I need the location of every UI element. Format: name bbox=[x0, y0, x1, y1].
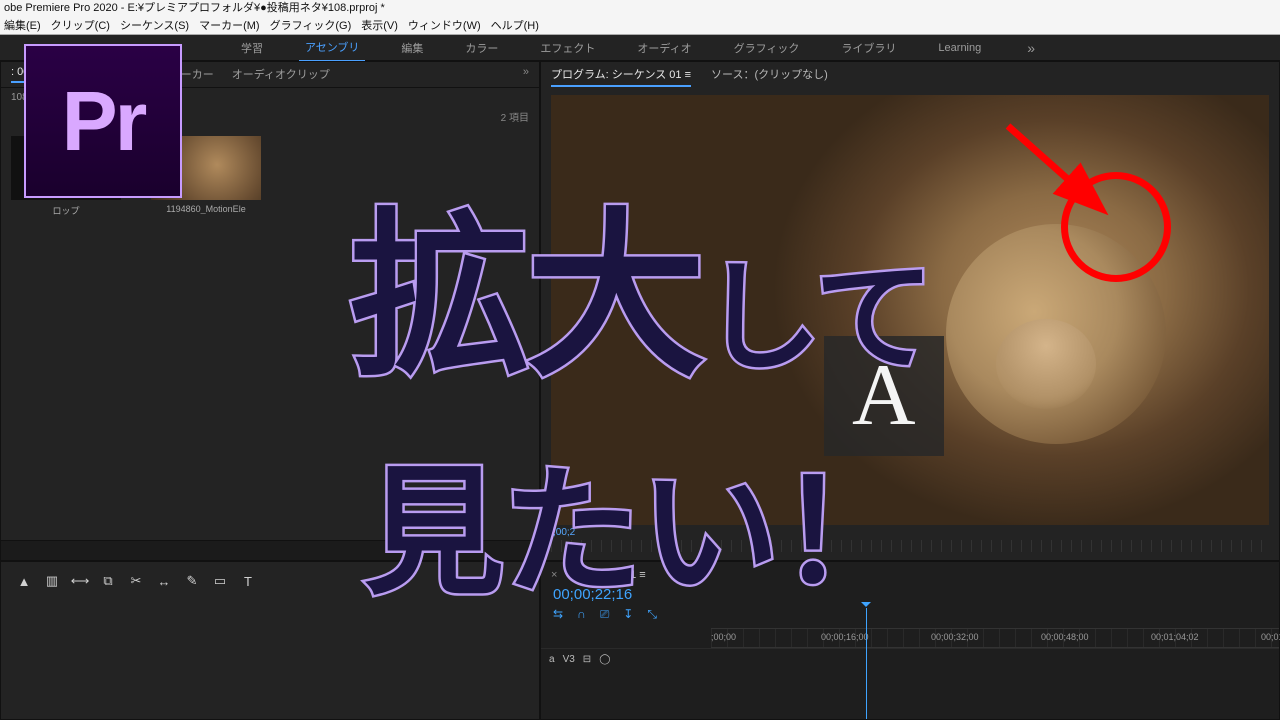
tools-panel: ▲ ▥ ⟷ ⧉ ✂ ↔ ✎ ▭ T bbox=[0, 561, 540, 720]
ruler-tick: 00;00;48;00 bbox=[1041, 632, 1089, 642]
project-footer bbox=[1, 540, 539, 560]
annotation-arrow-icon bbox=[1003, 121, 1123, 231]
hand-tool-icon[interactable]: ↔ bbox=[155, 572, 173, 590]
text-overlay-a: A bbox=[824, 336, 944, 456]
ruler-tick: 00;01;20;02 bbox=[1261, 632, 1280, 642]
type-tool-icon[interactable]: T bbox=[239, 572, 257, 590]
ws-assembly[interactable]: アセンブリ bbox=[299, 34, 365, 62]
transport-controls: { } ← ◀| ◀ ▶ |▶ → ✂ 📷 ⎘ bbox=[541, 552, 1279, 561]
project-tab-audioclip[interactable]: オーディオクリップ bbox=[232, 66, 330, 83]
ws-library[interactable]: ライブラリ bbox=[835, 35, 902, 61]
ruler-tick: ;00;00 bbox=[711, 632, 736, 642]
program-timecode: ;00;2 bbox=[553, 527, 575, 538]
track-output-icon[interactable]: ⊟ bbox=[583, 654, 591, 665]
ruler-tick: 00;00;16;00 bbox=[821, 632, 869, 642]
menu-item[interactable]: 表示(V) bbox=[361, 17, 398, 34]
timeline-ruler[interactable]: ;00;00 00;00;16;00 00;00;32;00 00;00;48;… bbox=[711, 628, 1279, 648]
project-tab-overflow-icon[interactable]: » bbox=[523, 66, 529, 83]
menu-item[interactable]: ヘルプ(H) bbox=[491, 17, 539, 34]
ws-graphics[interactable]: グラフィック bbox=[728, 35, 806, 61]
track-select-tool-icon[interactable]: ▥ bbox=[43, 572, 61, 590]
workspace-tabs: 学習 アセンブリ 編集 カラー エフェクト オーディオ グラフィック ライブラリ… bbox=[0, 35, 1280, 61]
ws-learning[interactable]: 学習 bbox=[235, 35, 269, 61]
ws-color[interactable]: カラー bbox=[459, 35, 504, 61]
linked-selection-icon[interactable]: ∩ bbox=[577, 607, 586, 622]
rectangle-tool-icon[interactable]: ▭ bbox=[211, 572, 229, 590]
ws-audio[interactable]: オーディオ bbox=[631, 35, 697, 61]
menu-item[interactable]: マーカー(M) bbox=[199, 17, 260, 34]
ripple-tool-icon[interactable]: ⟷ bbox=[71, 572, 89, 590]
menu-item[interactable]: グラフィック(G) bbox=[270, 17, 352, 34]
menu-bar: 編集(E) クリップ(C) シーケンス(S) マーカー(M) グラフィック(G)… bbox=[0, 17, 1280, 35]
program-mini-ruler[interactable] bbox=[551, 540, 1269, 552]
video-frame-lion bbox=[551, 95, 1269, 525]
selection-tool-icon[interactable]: ▲ bbox=[15, 572, 33, 590]
bin-label: ロップ bbox=[11, 200, 121, 217]
track-name: V3 bbox=[563, 654, 575, 665]
program-tab-active[interactable]: プログラム: シーケンス 01 ≡ bbox=[551, 66, 691, 87]
program-monitor-info: ;00;2 bbox=[541, 525, 1279, 540]
timeline-settings-icon[interactable]: ↧ bbox=[623, 607, 633, 622]
menu-item[interactable]: クリップ(C) bbox=[51, 17, 110, 34]
ws-editing[interactable]: 編集 bbox=[395, 35, 429, 61]
track-record-icon[interactable]: ◯ bbox=[599, 654, 610, 665]
marker-add-icon[interactable]: ⎚ bbox=[600, 607, 610, 622]
bin-label: 1194860_MotionEle bbox=[151, 200, 261, 214]
timeline-current-timecode[interactable]: 00;00;22;16 bbox=[541, 586, 1279, 605]
timeline-tab-label: シーケンス 01 ≡ bbox=[567, 569, 646, 581]
menu-item[interactable]: シーケンス(S) bbox=[120, 17, 189, 34]
source-tab[interactable]: ソース：(クリップなし) bbox=[711, 66, 828, 87]
razor-tool-icon[interactable]: ✂ bbox=[127, 572, 145, 590]
premiere-logo-icon: Pr bbox=[24, 44, 182, 198]
program-monitor-panel: プログラム: シーケンス 01 ≡ ソース：(クリップなし) A ;00;2 {… bbox=[540, 61, 1280, 561]
timeline-wrench-icon[interactable]: ⤡ bbox=[647, 607, 657, 622]
title-bar: obe Premiere Pro 2020 - E:¥プレミアプロフォルダ¥●投… bbox=[0, 0, 1280, 17]
slip-tool-icon[interactable]: ⧉ bbox=[99, 572, 117, 590]
timeline-playhead-icon[interactable] bbox=[866, 608, 867, 719]
ruler-tick: 00;01;04;02 bbox=[1151, 632, 1199, 642]
timeline-track-header-v3[interactable]: a V3 ⊟ ◯ bbox=[541, 648, 1279, 670]
ws-learning-en[interactable]: Learning bbox=[932, 37, 987, 59]
timeline-option-icons: ⇆ ∩ ⎚ ↧ ⤡ bbox=[541, 605, 1279, 628]
timeline-tab[interactable]: × シーケンス 01 ≡ bbox=[541, 562, 1279, 586]
ws-effects[interactable]: エフェクト bbox=[534, 35, 601, 61]
workspace-overflow-icon[interactable]: » bbox=[1017, 40, 1045, 56]
track-toggle-icon[interactable]: a bbox=[549, 654, 555, 665]
program-monitor-tabs: プログラム: シーケンス 01 ≡ ソース：(クリップなし) bbox=[541, 62, 1279, 91]
timeline-panel: × シーケンス 01 ≡ 00;00;22;16 ⇆ ∩ ⎚ ↧ ⤡ ;00;0… bbox=[540, 561, 1280, 720]
menu-item[interactable]: ウィンドウ(W) bbox=[408, 17, 481, 34]
pen-tool-icon[interactable]: ✎ bbox=[183, 572, 201, 590]
menu-item[interactable]: 編集(E) bbox=[4, 17, 41, 34]
snap-icon[interactable]: ⇆ bbox=[553, 607, 563, 622]
program-monitor-viewport[interactable]: A bbox=[551, 95, 1269, 525]
timeline-tab-close-icon[interactable]: × bbox=[551, 569, 557, 581]
ruler-tick: 00;00;32;00 bbox=[931, 632, 979, 642]
